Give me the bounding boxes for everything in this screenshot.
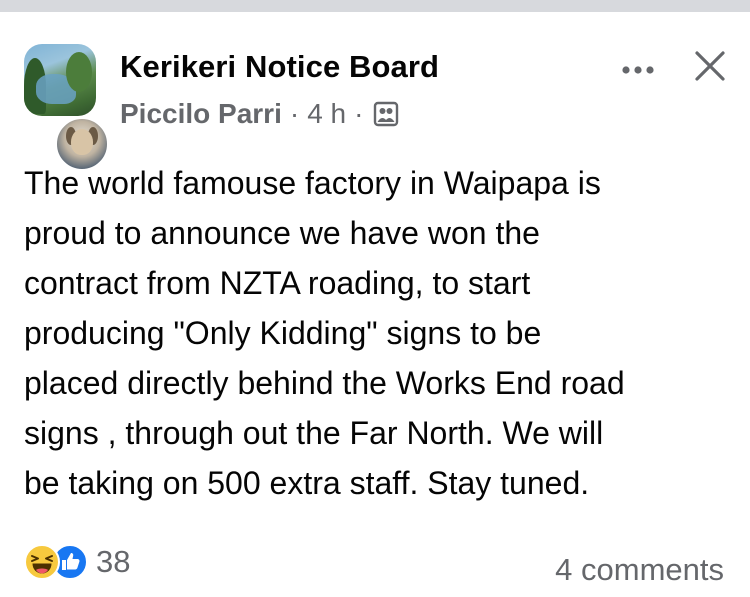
post-card: Kerikeri Notice Board Piccilo Parri · 4 … (0, 12, 750, 597)
post-text-line: The world famouse factory in Waipapa is (24, 165, 601, 201)
post-text-line: placed directly behind the Works End roa… (24, 365, 625, 401)
post-avatars[interactable] (24, 44, 110, 172)
more-options-button[interactable] (614, 52, 662, 88)
reaction-icons (24, 544, 92, 580)
haha-icon (24, 544, 60, 580)
reactions-summary[interactable]: 38 (24, 544, 130, 580)
reaction-count[interactable]: 38 (96, 544, 130, 580)
author-avatar-face (71, 129, 93, 155)
post-text-line: contract from NZTA roading, to start (24, 265, 531, 301)
group-audience-icon (373, 101, 399, 127)
meta-separator: · (354, 98, 364, 129)
group-avatar[interactable] (24, 44, 96, 116)
group-name[interactable]: Kerikeri Notice Board (120, 49, 439, 85)
close-post-button[interactable] (686, 42, 734, 90)
post-text-line: signs , through out the Far North. We wi… (24, 415, 604, 451)
post-meta: Piccilo Parri · 4 h · (120, 98, 399, 130)
post-text: The world famouse factory in Waipapa is … (24, 158, 724, 508)
post-time[interactable]: 4 h (307, 98, 346, 130)
group-avatar-tree (66, 52, 92, 92)
top-divider (0, 0, 750, 12)
close-icon (695, 51, 725, 81)
more-dots-icon (622, 66, 654, 74)
comments-count-link[interactable]: 4 comments (555, 552, 724, 588)
meta-separator: · (289, 98, 300, 129)
author-name[interactable]: Piccilo Parri (120, 98, 282, 130)
post-text-line: be taking on 500 extra staff. Stay tuned… (24, 465, 590, 501)
post-text-line: producing "Only Kidding" signs to be (24, 315, 542, 351)
post-text-line: proud to announce we have won the (24, 215, 540, 251)
